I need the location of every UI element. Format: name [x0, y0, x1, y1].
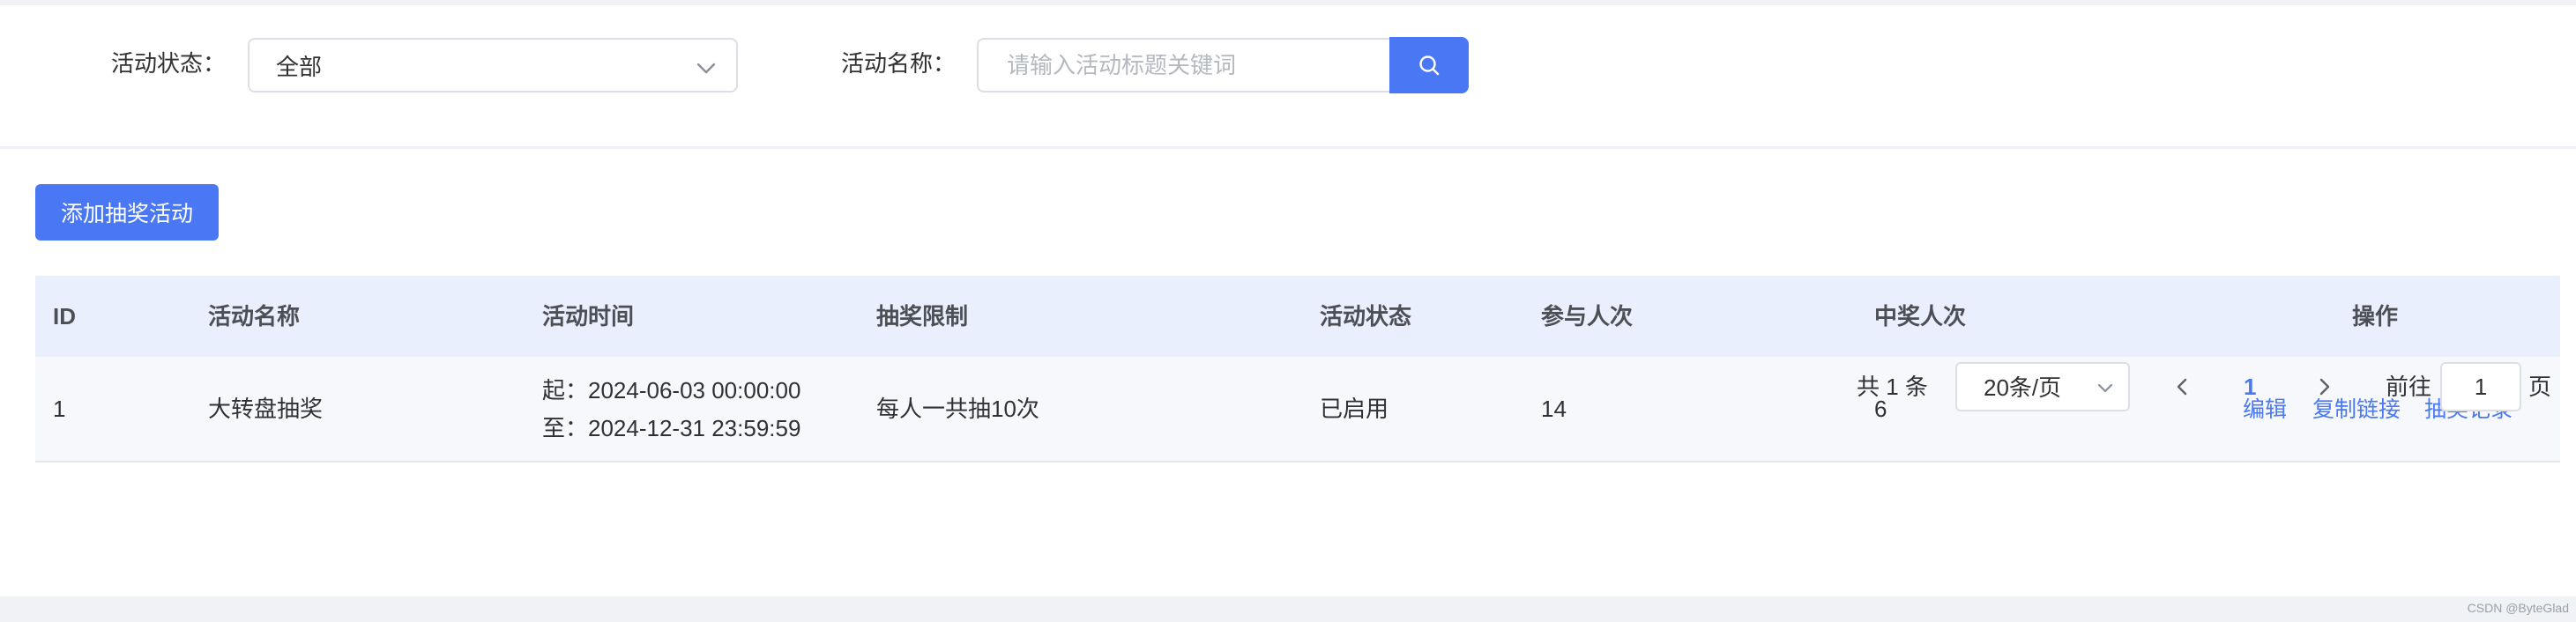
cell-time-end: 至：2024-12-31 23:59:59	[542, 415, 801, 441]
watermark: CSDN @ByteGlad	[2467, 601, 2569, 615]
page-size-select[interactable]: 20条/页	[1955, 362, 2130, 411]
edit-link[interactable]: 编辑	[2243, 396, 2287, 423]
search-input[interactable]	[977, 38, 1391, 93]
chevron-down-icon	[2097, 383, 2113, 393]
add-lottery-button[interactable]: 添加抽奖活动	[35, 184, 219, 241]
chevron-down-icon	[696, 63, 716, 74]
filter-panel: 活动状态： 全部 活动名称：	[0, 5, 2576, 146]
goto-page-input[interactable]	[2440, 362, 2521, 411]
cell-status: 已启用	[1320, 396, 1389, 422]
goto-prefix: 前往	[2386, 374, 2432, 400]
table-header: ID 活动名称 活动时间 抽奖限制 活动状态 参与人次 中奖人次 操作	[35, 276, 2560, 357]
column-header-id: ID	[53, 303, 76, 330]
table-row: 1 大转盘抽奖 起：2024-06-03 00:00:00 至：2024-12-…	[35, 357, 2560, 463]
column-header-winners: 中奖人次	[1874, 303, 1967, 330]
page-number-current[interactable]: 1	[2244, 374, 2256, 400]
status-filter-label: 活动状态：	[111, 50, 227, 77]
search-icon	[1419, 56, 1440, 76]
column-header-limit: 抽奖限制	[876, 303, 969, 330]
page-size-value: 20条/页	[1984, 374, 2062, 401]
goto-suffix: 页	[2528, 374, 2552, 400]
status-select-value: 全部	[276, 54, 323, 80]
cell-time-start: 起：2024-06-03 00:00:00	[542, 377, 801, 404]
column-header-time: 活动时间	[542, 303, 635, 330]
main-panel: 添加抽奖活动 ID 活动名称 活动时间 抽奖限制 活动状态 参与人次 中奖人次 …	[0, 149, 2576, 596]
column-header-actions: 操作	[2352, 303, 2399, 330]
name-filter-label: 活动名称：	[841, 50, 957, 77]
column-header-participants: 参与人次	[1541, 303, 1634, 330]
column-header-name: 活动名称	[208, 303, 301, 330]
chevron-right-icon[interactable]	[2312, 374, 2336, 400]
cell-limit: 每人一共抽10次	[876, 396, 1039, 422]
cell-id: 1	[53, 396, 66, 422]
cell-name: 大转盘抽奖	[208, 396, 324, 422]
status-select[interactable]: 全部	[248, 38, 738, 93]
chevron-left-icon[interactable]	[2170, 374, 2195, 400]
copy-link-link[interactable]: 复制链接	[2312, 396, 2401, 423]
pagination-total: 共 1 条	[1857, 374, 1928, 400]
search-button[interactable]	[1389, 37, 1469, 93]
cell-participants: 14	[1541, 396, 1567, 422]
activity-table: ID 活动名称 活动时间 抽奖限制 活动状态 参与人次 中奖人次 操作 1 大转…	[35, 276, 2560, 463]
column-header-status: 活动状态	[1320, 303, 1412, 330]
